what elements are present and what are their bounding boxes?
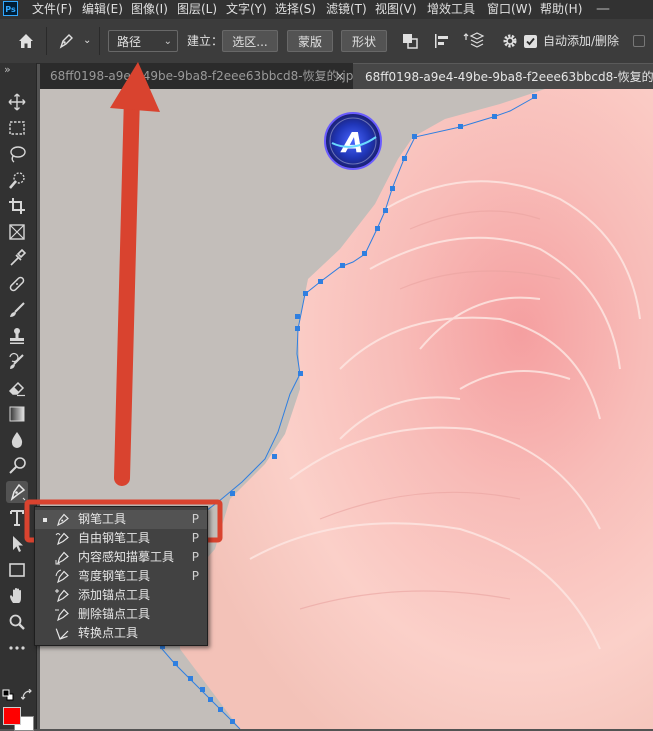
lasso-tool-icon[interactable] — [6, 143, 28, 165]
flyout-item-label: 弯度钢笔工具 — [78, 569, 151, 583]
tab-label: 68ff0198-a9e4-49be-9ba8-f2eee63bbcd8-恢复的… — [365, 70, 653, 84]
align-edges-checkbox[interactable] — [633, 35, 645, 47]
gear-icon[interactable] — [499, 30, 521, 52]
path-selection-tool-icon[interactable] — [6, 533, 28, 555]
flyout-item-label: 自由钢笔工具 — [78, 531, 151, 545]
auto-add-delete-label: 自动添加/删除 — [543, 34, 620, 48]
pen-tools-flyout: 钢笔工具 P 自由钢笔工具 P 内容感知描摹工具 P 弯度钢笔工具 P 添加锚点… — [34, 506, 208, 646]
mode-select-value: 路径 — [117, 35, 142, 49]
selected-indicator — [43, 518, 47, 522]
chevron-down-icon: ⌄ — [163, 36, 172, 47]
chevron-down-icon[interactable]: ⌄ — [83, 30, 91, 52]
crop-tool-icon[interactable] — [6, 195, 28, 217]
healing-brush-tool-icon[interactable] — [6, 273, 28, 295]
photoshop-logo: Ps — [3, 1, 18, 16]
default-colors-icon[interactable] — [2, 689, 14, 701]
flyout-item-shortcut: P — [191, 512, 199, 526]
hand-tool-icon[interactable] — [6, 585, 28, 607]
foreground-color-swatch[interactable] — [3, 707, 21, 725]
dodge-tool-icon[interactable] — [6, 455, 28, 477]
zoom-tool-icon[interactable] — [6, 611, 28, 633]
collapse-panel-icon[interactable]: » — [4, 63, 11, 76]
watermark-letter: A — [340, 126, 364, 159]
delete-anchor-point-icon — [55, 608, 69, 622]
menu-layer[interactable]: 图层(L) — [177, 0, 217, 19]
eyedropper-tool-icon[interactable] — [6, 247, 28, 269]
flyout-item-shortcut: P — [191, 550, 199, 564]
path-alignment-icon[interactable] — [431, 30, 453, 52]
flyout-item-label: 内容感知描摹工具 — [78, 550, 175, 564]
rectangle-tool-icon[interactable] — [6, 559, 28, 581]
brush-tool-icon[interactable] — [6, 299, 28, 321]
make-shape-button[interactable]: 形状 — [341, 30, 387, 52]
menu-image[interactable]: 图像(I) — [131, 0, 168, 19]
menu-plugins[interactable]: 增效工具 — [427, 0, 475, 19]
history-brush-tool-icon[interactable] — [6, 351, 28, 373]
menu-file[interactable]: 文件(F) — [32, 0, 72, 19]
menu-edit[interactable]: 编辑(E) — [82, 0, 123, 19]
flyout-item-label: 添加锚点工具 — [78, 588, 151, 602]
flyout-item-label: 钢笔工具 — [78, 512, 127, 526]
tools-panel: » — [0, 63, 37, 731]
flyout-item-label: 转换点工具 — [78, 626, 139, 640]
auto-add-delete-checkbox[interactable] — [524, 35, 537, 48]
pen-tool-preset-icon[interactable] — [55, 30, 77, 52]
quick-selection-tool-icon[interactable] — [6, 169, 28, 191]
curvature-pen-icon — [55, 569, 69, 584]
home-icon[interactable] — [15, 30, 37, 52]
blur-tool-icon[interactable] — [6, 429, 28, 451]
add-anchor-point-icon — [55, 589, 69, 603]
checkmark-icon — [526, 37, 535, 46]
path-operations-icon[interactable] — [399, 30, 421, 52]
flyout-item-add-anchor-point-tool[interactable]: 添加锚点工具 — [35, 586, 207, 605]
menu-view[interactable]: 视图(V) — [375, 0, 417, 19]
tab-label: 68ff0198-a9e4-49be-9ba8-f2eee63bbcd8-恢复的… — [50, 69, 353, 83]
convert-point-icon — [55, 628, 69, 640]
pen-icon — [57, 513, 69, 527]
minimize-icon[interactable]: — — [596, 0, 610, 19]
options-bar: ⌄ 路径 ⌄ 建立： 选区... 蒙版 形状 自动添加/删除 — [0, 19, 653, 64]
marquee-tool-icon[interactable] — [6, 117, 28, 139]
flyout-item-convert-point-tool[interactable]: 转换点工具 — [35, 624, 207, 643]
eraser-tool-icon[interactable] — [6, 377, 28, 399]
document-tabs: 68ff0198-a9e4-49be-9ba8-f2eee63bbcd8-恢复的… — [40, 63, 653, 89]
type-tool-icon[interactable] — [6, 507, 28, 529]
make-selection-button[interactable]: 选区... — [222, 30, 278, 52]
menu-bar: Ps 文件(F) 编辑(E) 图像(I) 图层(L) 文字(Y) 选择(S) 滤… — [0, 0, 653, 19]
close-tab-icon[interactable]: × — [335, 63, 345, 89]
flyout-item-shortcut: P — [191, 569, 199, 583]
tab-jpg-document[interactable]: 68ff0198-a9e4-49be-9ba8-f2eee63bbcd8-恢复的… — [40, 63, 353, 89]
swap-colors-icon[interactable] — [21, 689, 33, 701]
clone-stamp-tool-icon[interactable] — [6, 325, 28, 347]
menu-window[interactable]: 窗口(W) — [487, 0, 532, 19]
flyout-item-curvature-pen-tool[interactable]: 弯度钢笔工具 P — [35, 567, 207, 586]
more-tools-icon[interactable] — [6, 637, 28, 659]
flyout-item-shortcut: P — [191, 531, 199, 545]
menu-filter[interactable]: 滤镜(T) — [326, 0, 367, 19]
move-tool-icon[interactable] — [6, 91, 28, 113]
flyout-item-pen-tool[interactable]: 钢笔工具 P — [35, 510, 207, 529]
freeform-pen-icon — [55, 532, 69, 546]
tab-psd-document[interactable]: 68ff0198-a9e4-49be-9ba8-f2eee63bbcd8-恢复的… — [353, 63, 653, 89]
frame-tool-icon[interactable] — [6, 221, 28, 243]
path-arrangement-icon[interactable] — [463, 30, 485, 52]
make-label: 建立： — [187, 34, 224, 48]
menu-select[interactable]: 选择(S) — [275, 0, 316, 19]
flyout-item-delete-anchor-point-tool[interactable]: 删除锚点工具 — [35, 605, 207, 624]
make-mask-button[interactable]: 蒙版 — [287, 30, 333, 52]
flyout-item-freeform-pen-tool[interactable]: 自由钢笔工具 P — [35, 529, 207, 548]
flyout-item-label: 删除锚点工具 — [78, 607, 151, 621]
flyout-item-content-aware-tracing-tool[interactable]: 内容感知描摹工具 P — [35, 548, 207, 567]
content-aware-tracing-icon — [55, 551, 69, 565]
gradient-tool-icon[interactable] — [6, 403, 28, 425]
pen-tool-icon[interactable] — [6, 481, 28, 503]
menu-type[interactable]: 文字(Y) — [226, 0, 267, 19]
mode-select[interactable]: 路径 ⌄ — [108, 30, 178, 52]
menu-help[interactable]: 帮助(H) — [540, 0, 582, 19]
